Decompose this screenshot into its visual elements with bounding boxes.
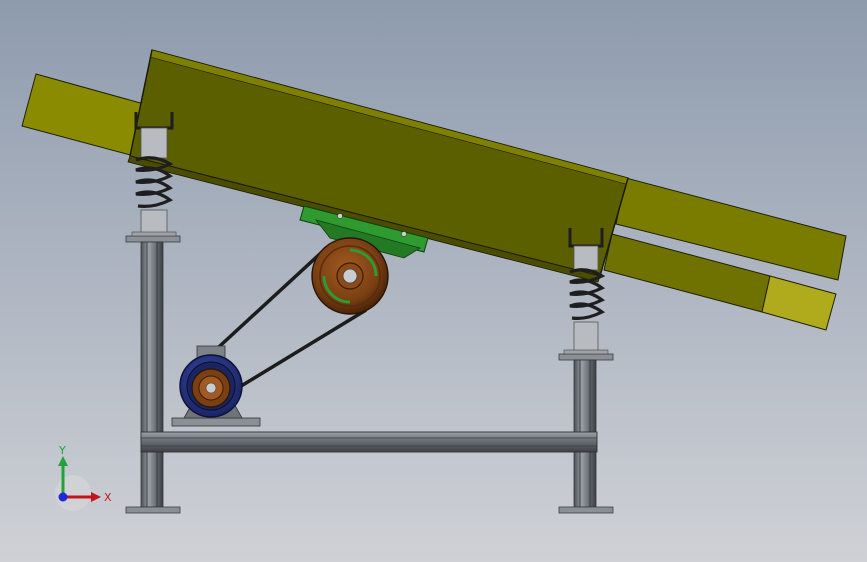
x-axis-label: X <box>104 491 112 504</box>
y-axis-label: Y <box>58 444 66 457</box>
triad-plane-disc <box>55 475 91 511</box>
cad-viewport[interactable]: Y X <box>0 0 867 562</box>
base-cross-beam[interactable] <box>140 431 598 453</box>
driven-pulley[interactable] <box>311 237 389 315</box>
z-axis-dot <box>58 492 68 502</box>
